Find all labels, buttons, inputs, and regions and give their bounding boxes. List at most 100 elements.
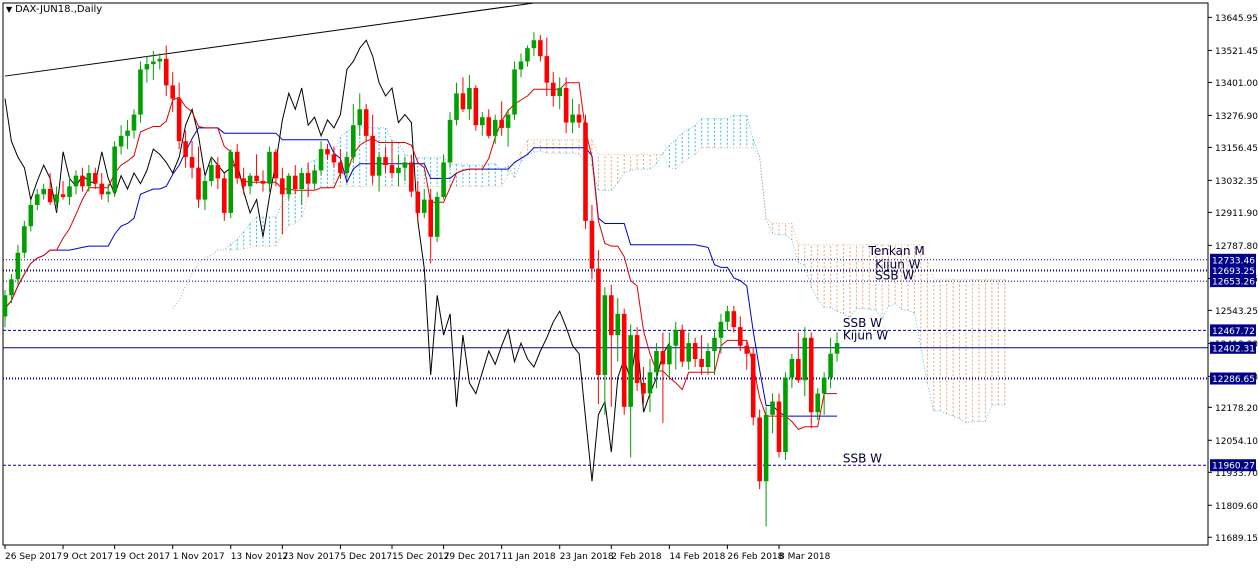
candle-body bbox=[112, 146, 117, 192]
candle-body bbox=[138, 69, 143, 115]
candle-body bbox=[667, 345, 672, 365]
candle-body bbox=[518, 61, 524, 70]
x-tick-label: 14 Feb 2018 bbox=[669, 552, 725, 562]
candle-body bbox=[486, 117, 492, 136]
y-tick-label: 11689.15 bbox=[1215, 534, 1258, 544]
y-tick-label: 13276.90 bbox=[1215, 112, 1258, 122]
candle-body bbox=[357, 109, 363, 126]
candle-body bbox=[563, 88, 569, 123]
candle-body bbox=[286, 175, 292, 195]
candle-body bbox=[325, 149, 330, 155]
candle-body bbox=[692, 343, 698, 360]
candle-body bbox=[583, 122, 588, 221]
candle-body bbox=[744, 345, 750, 354]
candle-body bbox=[544, 56, 550, 83]
candle bbox=[473, 85, 479, 131]
candle-body bbox=[176, 98, 182, 142]
symbol-text: DAX-JUN18.,Daily bbox=[15, 4, 103, 15]
candle-body bbox=[460, 93, 466, 110]
candle-body bbox=[679, 329, 685, 362]
candle-body bbox=[312, 170, 317, 184]
candle-body bbox=[99, 183, 105, 195]
candle-body bbox=[531, 40, 537, 49]
x-tick-label: 8 Mar 2018 bbox=[779, 552, 831, 562]
y-tick-label: 13401.00 bbox=[1215, 79, 1258, 89]
candle-body bbox=[750, 353, 756, 418]
candle-body bbox=[570, 114, 575, 123]
candle-body bbox=[731, 311, 737, 328]
candle-body bbox=[492, 119, 498, 136]
candle-body bbox=[254, 175, 259, 182]
candle-body bbox=[118, 135, 124, 147]
candle-body bbox=[73, 175, 79, 187]
annotation-label-5: SSB W bbox=[843, 452, 882, 466]
candle-body bbox=[596, 268, 601, 375]
candle-body bbox=[189, 157, 195, 168]
candle-body bbox=[305, 173, 311, 184]
candle-body bbox=[789, 359, 795, 378]
x-tick-label: 23 Jan 2018 bbox=[560, 552, 614, 562]
candle-body bbox=[776, 401, 782, 453]
candle-body bbox=[815, 393, 820, 413]
candle bbox=[634, 327, 640, 391]
candle-body bbox=[125, 130, 130, 136]
candle-body bbox=[802, 337, 808, 381]
candle-body bbox=[157, 58, 163, 62]
candle-body bbox=[54, 194, 59, 203]
y-tick-label: 11809.60 bbox=[1215, 502, 1258, 512]
symbol-label[interactable]: ▼ DAX-JUN18.,Daily bbox=[4, 4, 105, 15]
x-tick-label: 2 Feb 2018 bbox=[611, 552, 662, 562]
candle-body bbox=[609, 295, 614, 336]
candle-body bbox=[396, 167, 401, 174]
candle-body bbox=[796, 359, 801, 381]
candle-body bbox=[370, 135, 375, 176]
candle-body bbox=[318, 149, 324, 171]
candle-body bbox=[215, 165, 221, 179]
y-tick-label: 13032.35 bbox=[1215, 177, 1258, 187]
triangle-down-icon[interactable]: ▼ bbox=[6, 5, 12, 14]
candle-body bbox=[80, 175, 85, 187]
candle-body bbox=[183, 141, 188, 158]
y-tick-label: 12178.20 bbox=[1215, 404, 1258, 414]
candle-body bbox=[228, 151, 234, 213]
candle-body bbox=[712, 337, 717, 352]
candle-body bbox=[202, 181, 208, 200]
candle-body bbox=[525, 48, 530, 62]
x-tick-label: 5 Dec 2017 bbox=[340, 552, 392, 562]
candle-body bbox=[783, 377, 788, 453]
level-price-label-5: 12286.65 bbox=[1212, 375, 1255, 385]
candle-body bbox=[415, 191, 421, 213]
candle-body bbox=[163, 58, 169, 86]
annotation-label-0: Tenkan M bbox=[868, 244, 925, 258]
candle bbox=[447, 111, 453, 168]
candle-body bbox=[260, 181, 266, 184]
candle bbox=[138, 61, 143, 123]
candle-body bbox=[344, 157, 350, 174]
candle-body bbox=[9, 279, 14, 296]
candle-body bbox=[834, 343, 840, 354]
x-tick-label: 1 Nov 2017 bbox=[173, 552, 225, 562]
candle-body bbox=[441, 162, 446, 197]
candle-body bbox=[576, 114, 582, 123]
y-tick-label: 12787.80 bbox=[1215, 242, 1258, 252]
candle-body bbox=[725, 311, 730, 322]
candle-body bbox=[647, 372, 653, 394]
x-tick-label: 13 Nov 2017 bbox=[231, 552, 289, 562]
x-tick-label: 11 Jan 2018 bbox=[502, 552, 556, 562]
candle bbox=[783, 372, 788, 460]
y-tick-label: 13156.45 bbox=[1215, 144, 1258, 154]
x-tick-label: 23 Nov 2017 bbox=[282, 552, 340, 562]
candle-body bbox=[615, 313, 621, 336]
y-tick-label: 13645.95 bbox=[1215, 14, 1258, 24]
candle-body bbox=[473, 88, 479, 126]
candle bbox=[679, 324, 685, 367]
candle-body bbox=[273, 151, 279, 179]
candle-body bbox=[299, 173, 304, 189]
candle-body bbox=[389, 165, 395, 174]
annotation-label-2: SSB W bbox=[875, 268, 914, 282]
candle-body bbox=[22, 226, 27, 253]
candle-body bbox=[196, 167, 201, 200]
candle-body bbox=[267, 151, 272, 184]
candle-body bbox=[660, 351, 666, 365]
candle-body bbox=[718, 321, 724, 338]
